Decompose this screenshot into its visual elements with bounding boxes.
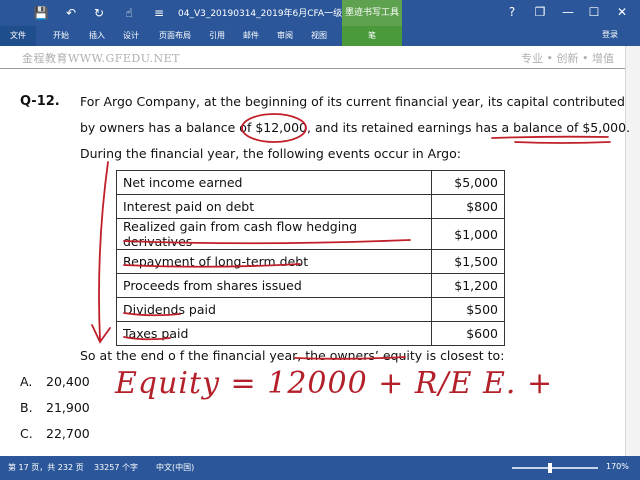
vertical-scrollbar[interactable] <box>625 46 640 456</box>
tab-file[interactable]: 文件 <box>0 26 36 46</box>
ink-bracket-line <box>98 161 109 341</box>
ink-bracket-arrow <box>91 324 111 344</box>
tab-layout[interactable]: 页面布局 <box>152 26 198 46</box>
ink-underline-dividends <box>123 312 181 317</box>
ink-underline-equity <box>294 356 406 360</box>
tab-review[interactable]: 审阅 <box>272 26 298 46</box>
title-bar: 💾 ↶ ↻ ☝ ≡ 04_V3_20190314_2019年6月CFA一级百题预… <box>0 0 640 26</box>
ink-annotations <box>91 113 611 360</box>
zoom-slider-thumb[interactable] <box>548 463 552 473</box>
sign-in-link[interactable]: 登录 <box>602 29 618 40</box>
save-icon[interactable]: 💾 <box>32 4 50 22</box>
minimize-button[interactable]: — <box>558 3 578 21</box>
tab-design[interactable]: 设计 <box>118 26 144 46</box>
ink-underline-repayment <box>123 263 301 268</box>
tab-mailings[interactable]: 邮件 <box>238 26 264 46</box>
ink-tools-context-label: 墨迹书写工具 <box>342 0 402 26</box>
ribbon-tabs: 文件 开始 插入 设计 页面布局 引用 邮件 审阅 视图 笔 登录 <box>0 26 640 46</box>
close-button[interactable]: ✕ <box>612 3 632 21</box>
ink-underline-taxes <box>123 336 171 341</box>
undo-icon[interactable]: ↶ <box>62 4 80 22</box>
tab-references[interactable]: 引用 <box>204 26 230 46</box>
tab-home[interactable]: 开始 <box>48 26 74 46</box>
word-count[interactable]: 33257 个字 <box>94 462 138 473</box>
ribbon-display-button[interactable]: ❐ <box>530 3 550 21</box>
customize-toolbar-icon[interactable]: ≡ <box>150 4 168 22</box>
zoom-slider[interactable] <box>512 467 598 469</box>
header-slogan: 专业 • 创新 • 增值 <box>521 52 614 65</box>
language-indicator[interactable]: 中文(中国) <box>156 462 194 473</box>
ink-circle-capital <box>241 113 307 143</box>
ink-underline-hedging <box>123 239 411 245</box>
zoom-level[interactable]: 170% <box>606 462 629 471</box>
tab-view[interactable]: 视图 <box>306 26 332 46</box>
header-logo-text: 金程教育WWW.GFEDU.NET <box>22 52 181 65</box>
tab-pen[interactable]: 笔 <box>342 26 402 46</box>
ink-underline-retained <box>514 141 611 144</box>
help-button[interactable]: ? <box>502 3 522 21</box>
status-bar: 第 17 页，共 232 页 33257 个字 中文(中国) 170% <box>0 456 640 480</box>
redo-icon[interactable]: ↻ <box>90 4 108 22</box>
touch-mode-icon[interactable]: ☝ <box>120 4 138 22</box>
ink-underline-capital <box>491 135 609 139</box>
page-header: 金程教育WWW.GFEDU.NET 专业 • 创新 • 增值 <box>0 46 640 69</box>
maximize-button[interactable]: ☐ <box>584 3 604 21</box>
page-count[interactable]: 第 17 页，共 232 页 <box>8 462 84 473</box>
tab-insert[interactable]: 插入 <box>84 26 110 46</box>
